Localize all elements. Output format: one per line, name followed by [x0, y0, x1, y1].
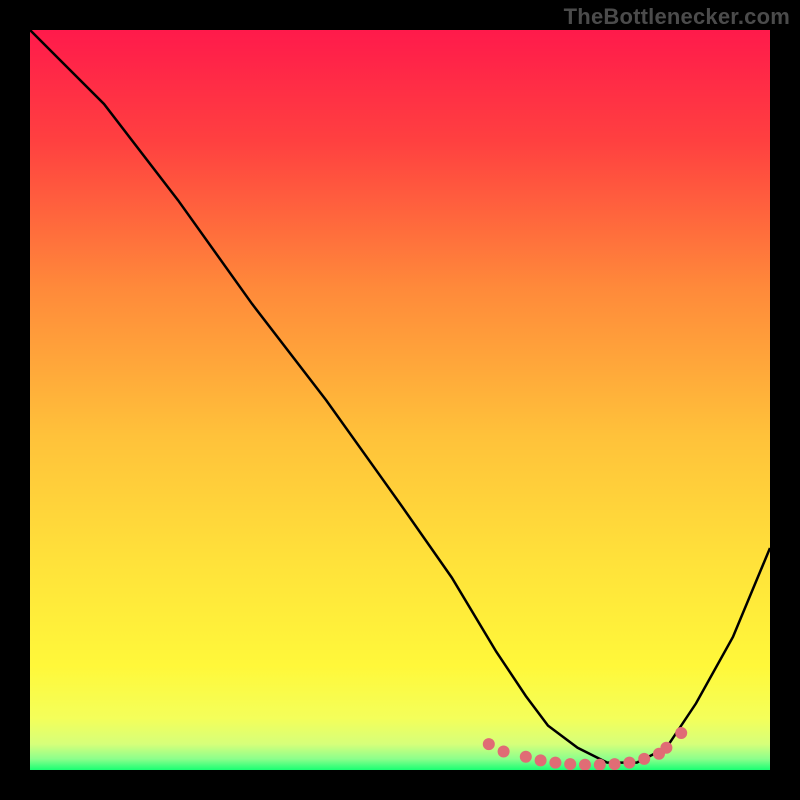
- chart-svg: [30, 30, 770, 770]
- marker-dot: [675, 727, 687, 739]
- marker-dot: [498, 746, 510, 758]
- marker-dot: [520, 751, 532, 763]
- marker-dot: [564, 758, 576, 770]
- plot-area: [30, 30, 770, 770]
- marker-dot: [623, 757, 635, 769]
- watermark-text: TheBottlenecker.com: [564, 4, 790, 30]
- marker-dot: [535, 754, 547, 766]
- chart-container: TheBottlenecker.com: [0, 0, 800, 800]
- marker-dot: [549, 757, 561, 769]
- marker-dot: [483, 738, 495, 750]
- marker-dot: [638, 753, 650, 765]
- gradient-background: [30, 30, 770, 770]
- marker-dot: [660, 742, 672, 754]
- marker-dot: [609, 758, 621, 770]
